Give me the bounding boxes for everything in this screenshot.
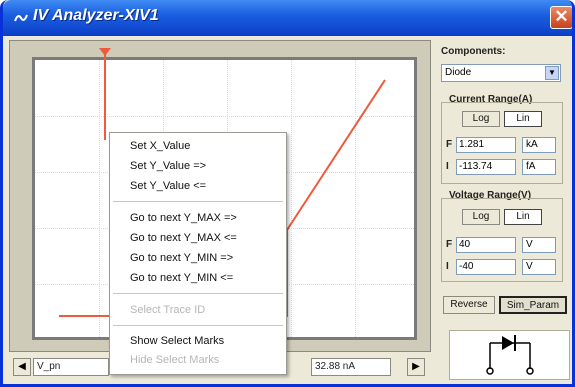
voltage-initial-input[interactable]: -40: [456, 259, 516, 275]
voltage-final-input[interactable]: 40: [456, 237, 516, 253]
current-initial-input[interactable]: -113.74: [456, 159, 516, 175]
iv-analyzer-window: IV Analyzer-XIV1 ✕ Set X_Value Set Y_Val…: [0, 0, 575, 387]
current-range-group: Log Lin F 1.281 kA I -113.74 fA: [441, 102, 563, 184]
menu-item-set-y-value-forward[interactable]: Set Y_Value =>: [130, 157, 206, 175]
context-menu: Set X_Value Set Y_Value => Set Y_Value <…: [109, 132, 287, 375]
y-readout: 32.88 nA: [311, 358, 391, 376]
current-log-button[interactable]: Log: [462, 111, 500, 127]
chevron-down-icon[interactable]: ▼: [545, 66, 559, 80]
components-select[interactable]: Diode ▼: [441, 64, 561, 82]
menu-item-set-x-value[interactable]: Set X_Value: [130, 137, 190, 155]
current-initial-label: I: [446, 161, 449, 172]
current-initial-unit[interactable]: fA: [522, 159, 556, 175]
menu-item-next-ymin-back[interactable]: Go to next Y_MIN <=: [130, 269, 233, 287]
cursor-left-button[interactable]: ◀: [13, 358, 31, 376]
components-label: Components:: [441, 46, 506, 57]
voltage-initial-label: I: [446, 261, 449, 272]
current-final-label: F: [446, 139, 453, 150]
menu-item-show-select-marks[interactable]: Show Select Marks: [130, 332, 224, 350]
voltage-log-button[interactable]: Log: [462, 209, 500, 225]
readout-bar: ◀ V_pn 32.88 nA ▶: [9, 356, 431, 380]
voltage-lin-button[interactable]: Lin: [504, 209, 542, 225]
current-final-input[interactable]: 1.281: [456, 137, 516, 153]
current-final-unit[interactable]: kA: [522, 137, 556, 153]
voltage-range-group: Log Lin F 40 V I -40 V: [441, 198, 563, 282]
diode-symbol-icon: [486, 335, 534, 375]
cursor-right-button[interactable]: ▶: [407, 358, 425, 376]
voltage-final-label: F: [446, 239, 453, 250]
components-selected-value: Diode: [445, 67, 472, 78]
menu-item-next-ymax-back[interactable]: Go to next Y_MAX <=: [130, 229, 237, 247]
reverse-button[interactable]: Reverse: [443, 296, 495, 314]
menu-separator: [113, 325, 283, 327]
settings-panel: Components: Diode ▼ Current Range(A) Log…: [435, 40, 570, 380]
menu-separator: [113, 293, 283, 295]
voltage-final-unit[interactable]: V: [522, 237, 556, 253]
voltage-initial-unit[interactable]: V: [522, 259, 556, 275]
sim-param-button[interactable]: Sim_Param: [499, 296, 567, 314]
diode-symbol-panel: [449, 330, 570, 380]
menu-item-select-trace-id: Select Trace ID: [130, 304, 206, 316]
current-lin-button[interactable]: Lin: [504, 111, 542, 127]
x-readout: V_pn: [33, 358, 109, 376]
menu-separator: [113, 201, 283, 203]
menu-item-next-ymax-forward[interactable]: Go to next Y_MAX =>: [130, 209, 237, 227]
menu-item-next-ymin-forward[interactable]: Go to next Y_MIN =>: [130, 249, 233, 267]
menu-item-set-y-value-back[interactable]: Set Y_Value <=: [130, 177, 206, 195]
